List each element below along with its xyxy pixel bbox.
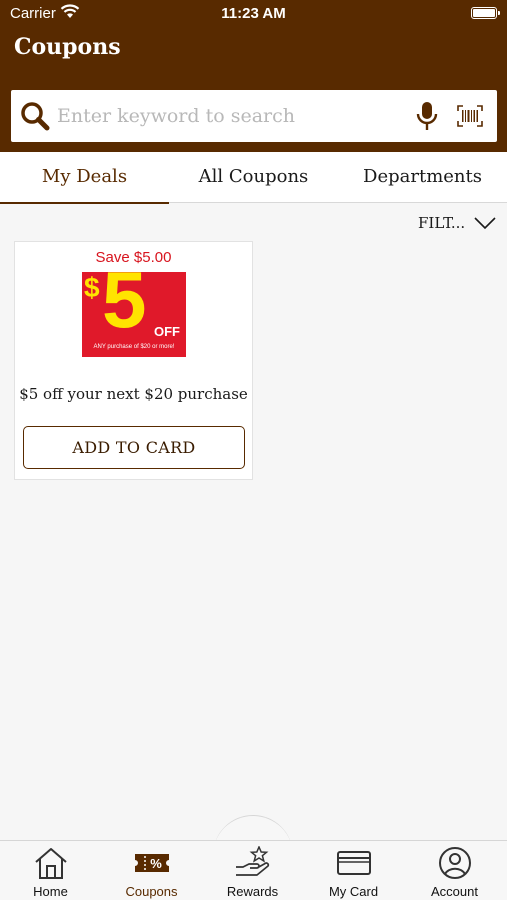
nav-label-home: Home xyxy=(33,884,68,899)
account-icon xyxy=(439,847,471,879)
nav-item-rewards[interactable]: Rewards xyxy=(202,841,303,900)
home-icon xyxy=(35,848,67,879)
nav-label-coupons: Coupons xyxy=(125,884,178,899)
svg-text:%: % xyxy=(150,856,162,871)
coupon-tabs: My Deals All Coupons Departments xyxy=(0,152,507,204)
nav-label-rewards: Rewards xyxy=(226,884,279,899)
coupon-ticket-icon: % xyxy=(135,854,169,872)
nav-item-account[interactable]: Account xyxy=(404,841,505,900)
search-icon[interactable] xyxy=(19,100,51,132)
tab-all-coupons[interactable]: All Coupons xyxy=(169,152,338,203)
microphone-icon[interactable] xyxy=(415,101,439,131)
coupon-image: $ 5 OFF ANY purchase of $20 or more! xyxy=(82,272,186,357)
coupon-save-amount: Save $5.00 xyxy=(95,249,172,266)
search-bar xyxy=(11,90,497,142)
add-to-card-button[interactable]: ADD TO CARD xyxy=(23,426,245,469)
page-title: Coupons xyxy=(14,34,121,60)
bottom-nav: Home % Coupons Rewards My Card Account xyxy=(0,840,507,900)
status-bar: Carrier 11:23 AM xyxy=(0,0,507,28)
filter-label: FILT... xyxy=(418,214,466,232)
search-input[interactable] xyxy=(57,98,407,134)
nav-label-my-card: My Card xyxy=(328,884,379,899)
nav-item-my-card[interactable]: My Card xyxy=(303,841,404,900)
rewards-hand-star-icon xyxy=(236,846,270,876)
battery-icon xyxy=(471,7,500,19)
coupon-image-dollar: $ xyxy=(84,272,100,303)
card-icon xyxy=(337,851,371,875)
barcode-scan-icon[interactable] xyxy=(457,105,483,127)
coupon-description: $5 off your next $20 purchase xyxy=(19,385,248,403)
nav-label-account: Account xyxy=(431,884,478,899)
nav-item-coupons[interactable]: % Coupons xyxy=(101,841,202,900)
chevron-down-icon xyxy=(474,217,496,230)
coupon-card[interactable]: Save $5.00 $ 5 OFF ANY purchase of $20 o… xyxy=(14,241,253,480)
tab-departments[interactable]: Departments xyxy=(338,152,507,203)
app-header: Carrier 11:23 AM Coupons xyxy=(0,0,507,152)
coupon-image-off: OFF xyxy=(154,324,180,339)
coupon-image-amount: 5 xyxy=(102,272,147,344)
tab-my-deals[interactable]: My Deals xyxy=(0,152,169,204)
coupon-image-fine-print: ANY purchase of $20 or more! xyxy=(93,344,175,350)
status-time: 11:23 AM xyxy=(221,5,286,22)
nav-item-home[interactable]: Home xyxy=(0,841,101,900)
